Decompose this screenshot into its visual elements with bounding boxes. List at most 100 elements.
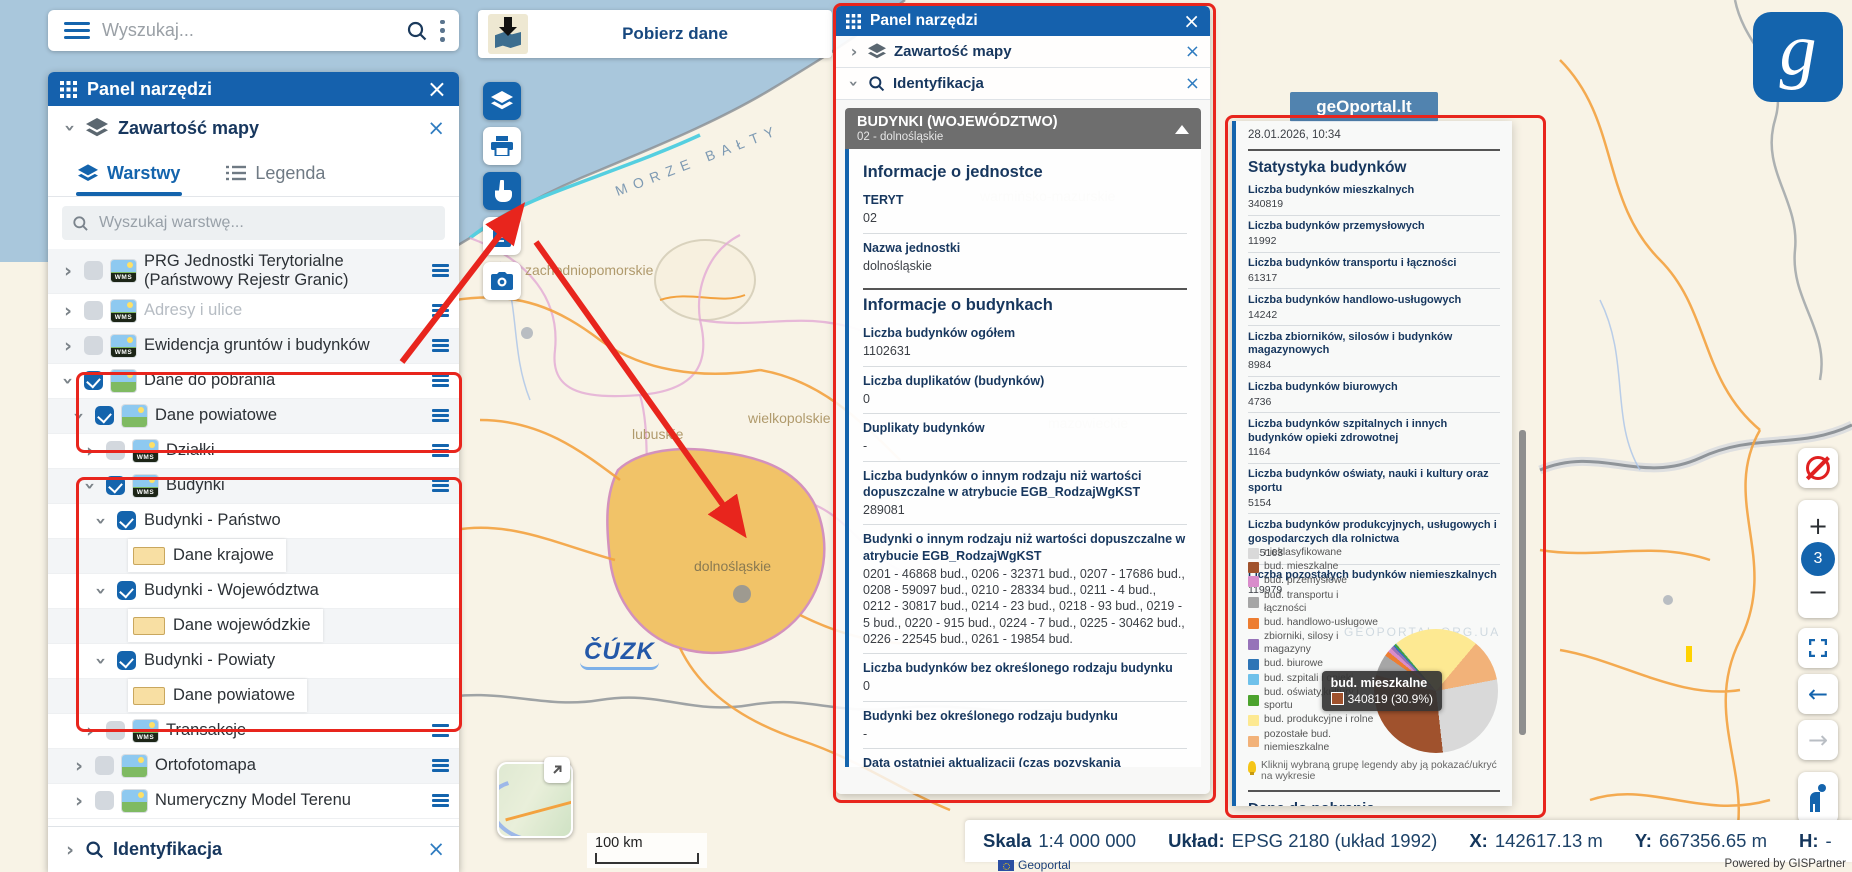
close-icon[interactable]: ×	[1183, 11, 1200, 31]
layer-row[interactable]: Dane wojewódzkie	[48, 608, 459, 644]
layer-menu-icon[interactable]	[432, 409, 449, 423]
layer-checkbox[interactable]	[106, 476, 125, 496]
fullscreen-button[interactable]	[1798, 628, 1838, 668]
layer-row[interactable]: › Budynki - Powiaty	[48, 644, 459, 679]
layer-menu-icon[interactable]	[432, 444, 449, 458]
layer-row[interactable]: › Ortofotomapa	[48, 748, 459, 784]
close-icon[interactable]: ×	[1185, 74, 1200, 93]
layer-row[interactable]: › Ewidencja gruntów i budynków	[48, 328, 459, 364]
legend-item[interactable]: pozostałe bud. niemieszkalne	[1248, 729, 1380, 755]
layer-menu-icon[interactable]	[432, 794, 449, 808]
search-input[interactable]	[100, 19, 406, 42]
close-icon[interactable]: ×	[427, 77, 447, 101]
tab-label: Warstwy	[107, 162, 181, 183]
layer-checkbox[interactable]	[84, 371, 103, 391]
layer-row[interactable]: Dane powiatowe	[48, 678, 459, 714]
layer-checkbox[interactable]	[106, 721, 125, 741]
chevron-right-icon[interactable]: ›	[71, 755, 87, 777]
identify-section[interactable]: › Identyfikacja ×	[48, 826, 459, 872]
layer-row[interactable]: › Budynki	[48, 468, 459, 504]
layer-row[interactable]: › Budynki - Województwa	[48, 574, 459, 609]
identify-tool-button[interactable]	[483, 172, 521, 210]
more-options-icon[interactable]	[440, 19, 445, 42]
layer-row[interactable]: › PRG Jednostki Terytorialne (Państwowy R…	[48, 249, 459, 294]
layer-menu-icon[interactable]	[432, 479, 449, 493]
minimap-expand-icon[interactable]	[544, 757, 570, 783]
print-tool-button[interactable]	[483, 127, 521, 165]
layer-checkbox[interactable]	[84, 261, 103, 281]
layer-row[interactable]: Dane krajowe	[48, 538, 459, 574]
legend-item[interactable]: bud. przemysłowe	[1248, 575, 1380, 588]
menu-icon[interactable]	[64, 21, 90, 40]
layer-menu-icon[interactable]	[432, 759, 449, 773]
layer-checkbox[interactable]	[95, 756, 114, 776]
close-icon[interactable]: ×	[427, 117, 445, 139]
legend-item[interactable]: bud. mieszkalne	[1248, 561, 1380, 574]
collapse-arrow-icon[interactable]	[1175, 118, 1189, 134]
search-icon[interactable]	[406, 20, 428, 42]
map-content-section[interactable]: › Zawartość mapy ×	[836, 36, 1210, 68]
zoom-out-button[interactable]: −	[1808, 580, 1828, 604]
layer-menu-icon[interactable]	[432, 374, 449, 388]
layer-menu-icon[interactable]	[432, 339, 449, 353]
layer-row[interactable]: › Dane powiatowe	[48, 398, 459, 434]
layer-row[interactable]: › Działki	[48, 434, 459, 469]
layer-menu-icon[interactable]	[432, 304, 449, 318]
panel-scrollbar[interactable]	[1519, 430, 1526, 735]
chevron-down-icon[interactable]: ›	[79, 478, 101, 494]
identify-section[interactable]: › Identyfikacja ×	[836, 68, 1210, 100]
layer-checkbox[interactable]	[84, 336, 103, 356]
chevron-right-icon[interactable]: ›	[60, 260, 76, 282]
legend-item[interactable]: bud. produkcyjne i rolne	[1248, 714, 1380, 727]
close-icon[interactable]: ×	[1185, 42, 1200, 61]
legend-item[interactable]: bud. biurowe	[1248, 658, 1380, 671]
history-forward-button[interactable]: →	[1798, 720, 1838, 760]
geoportal-logo[interactable]: g	[1753, 12, 1843, 102]
layer-menu-icon[interactable]	[432, 724, 449, 738]
layer-row[interactable]: › Numeryczny Model Terenu	[48, 784, 459, 819]
chevron-right-icon[interactable]: ›	[62, 839, 78, 861]
streetview-button[interactable]	[1798, 772, 1838, 824]
layer-row[interactable]: › Dane do pobrania	[48, 364, 459, 399]
map-content-section[interactable]: › Zawartość mapy ×	[48, 106, 459, 150]
layer-checkbox[interactable]	[95, 406, 114, 426]
chevron-down-icon[interactable]: ›	[90, 653, 112, 669]
layer-checkbox[interactable]	[95, 791, 114, 811]
layer-checkbox[interactable]	[106, 441, 125, 461]
chevron-right-icon[interactable]: ›	[71, 790, 87, 812]
legend-item[interactable]: nieklasyfikowane	[1248, 547, 1380, 560]
close-icon[interactable]: ×	[427, 839, 445, 860]
layer-checkbox[interactable]	[117, 581, 136, 601]
chevron-right-icon[interactable]: ›	[82, 720, 98, 742]
tab-legenda[interactable]: Legenda	[226, 150, 325, 196]
history-back-button[interactable]: ←	[1798, 674, 1838, 714]
chevron-down-icon[interactable]: ›	[57, 373, 79, 389]
chevron-right-icon[interactable]: ›	[82, 440, 98, 462]
layer-menu-icon[interactable]	[432, 264, 449, 278]
layer-row[interactable]: › Budynki - Państwo	[48, 504, 459, 539]
chevron-right-icon[interactable]: ›	[846, 42, 862, 61]
chevron-right-icon[interactable]: ›	[60, 300, 76, 322]
layer-search-input[interactable]	[97, 213, 435, 233]
layer-row[interactable]: › Adresy i ulice	[48, 294, 459, 329]
layer-checkbox[interactable]	[117, 511, 136, 531]
chevron-down-icon[interactable]: ›	[90, 513, 112, 529]
chevron-down-icon[interactable]: ›	[845, 76, 864, 92]
zoom-in-button[interactable]: +	[1808, 514, 1828, 538]
clipboard-tool-button[interactable]	[483, 217, 521, 255]
section-label: Identyfikacja	[893, 75, 984, 92]
layer-checkbox[interactable]	[84, 301, 103, 321]
camera-tool-button[interactable]	[483, 262, 521, 300]
chevron-down-icon[interactable]: ›	[59, 120, 81, 136]
layer-checkbox[interactable]	[117, 651, 136, 671]
tab-warstwy[interactable]: Warstwy	[75, 150, 183, 196]
chevron-down-icon[interactable]: ›	[68, 408, 90, 424]
location-disabled-button[interactable]	[1798, 448, 1838, 488]
layer-row[interactable]: › Transakcje	[48, 714, 459, 749]
chevron-down-icon[interactable]: ›	[90, 583, 112, 599]
chevron-right-icon[interactable]: ›	[60, 335, 76, 357]
layers-tool-button[interactable]	[483, 82, 521, 120]
download-data-bar[interactable]: Pobierz dane	[478, 10, 832, 58]
legend-item[interactable]: bud. transportu i łączności	[1248, 590, 1380, 616]
result-header[interactable]: BUDYNKI (WOJEWÓDZTWO) 02 - dolnośląskie	[845, 108, 1201, 149]
